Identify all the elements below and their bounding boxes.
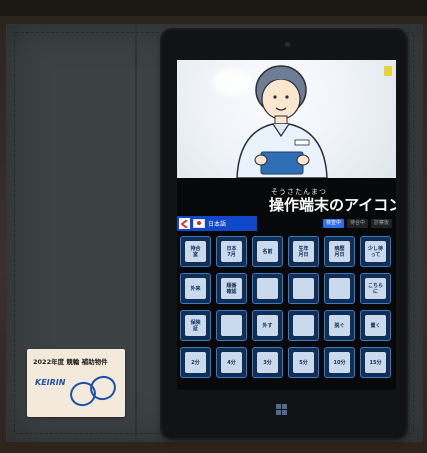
icon-tile[interactable]: 順番 確認 (216, 273, 247, 304)
icon-tile[interactable]: 日本 7月 (216, 236, 247, 267)
tile-label: 順番 確認 (226, 282, 237, 295)
tile-label: 3分 (263, 359, 272, 366)
tile-label: 名前 (262, 248, 273, 255)
keirin-logo-icon (70, 375, 116, 407)
filter-chip[interactable]: 待合中 (346, 219, 368, 228)
icon-tile[interactable] (288, 310, 319, 341)
status-indicator (384, 66, 392, 76)
tile-label: 15分 (369, 359, 382, 366)
tablet-screen: そうさたんまつ 操作端末のアイコン 日本語 検査中 待合中 診察後 待合 室 日… (177, 60, 396, 390)
photo-scene: そうさたんまつ 操作端末のアイコン 日本語 検査中 待合中 診察後 待合 室 日… (0, 0, 427, 453)
icon-tile[interactable] (216, 310, 247, 341)
icon-grid: 待合 室 日本 7月 名前 生年 月日 病歴 月日 少し待 って 外来 順番 確… (180, 236, 394, 378)
status-filters: 検査中 待合中 診察後 (322, 219, 392, 228)
icon-tile[interactable]: 置く (360, 310, 391, 341)
tile-label: 10分 (333, 359, 346, 366)
tile-label: 4分 (227, 359, 236, 366)
timer-tile[interactable]: 3分 (252, 347, 283, 378)
icon-tile[interactable]: 保険 証 (180, 310, 211, 341)
background-edge (0, 0, 427, 16)
language-bar[interactable]: 日本語 (177, 216, 257, 231)
timer-tile[interactable]: 15分 (360, 347, 391, 378)
tile-label: 生年 月日 (298, 245, 309, 258)
icon-tile[interactable]: こちら に (360, 273, 391, 304)
subsidy-sticker: 2022年度 競輪 補助物件 KEIRIN (27, 349, 125, 417)
icon-tile[interactable]: 脱ぐ (324, 310, 355, 341)
icon-tile[interactable]: 生年 月日 (288, 236, 319, 267)
timer-tile[interactable]: 5分 (288, 347, 319, 378)
tile-label: 病歴 月日 (334, 245, 345, 258)
tile-label: 外来 (190, 285, 201, 292)
icon-tile[interactable]: 外す (252, 310, 283, 341)
icon-tile[interactable] (252, 273, 283, 304)
icon-tile[interactable] (324, 273, 355, 304)
tile-label: 5分 (299, 359, 308, 366)
screen-title: 操作端末のアイコン (269, 196, 396, 214)
tile-label: 日本 7月 (226, 245, 237, 258)
icon-tile[interactable]: 病歴 月日 (324, 236, 355, 267)
tile-label: こちら に (367, 282, 383, 295)
timer-tile[interactable]: 2分 (180, 347, 211, 378)
tile-label: 少し待 って (367, 245, 383, 258)
filter-chip[interactable]: 診察後 (370, 219, 392, 228)
language-label: 日本語 (208, 221, 227, 228)
tile-label: 置く (370, 322, 381, 329)
tile-label: 外す (262, 322, 273, 329)
nurse-icon (236, 65, 328, 178)
tile-label: 2分 (191, 359, 200, 366)
tile-label: 保険 証 (190, 319, 201, 332)
sticker-brand: KEIRIN (35, 378, 66, 387)
timer-tile[interactable]: 4分 (216, 347, 247, 378)
front-camera (285, 42, 290, 47)
icon-tile[interactable]: 待合 室 (180, 236, 211, 267)
icon-tile[interactable]: 少し待 って (360, 236, 391, 267)
tile-label: 脱ぐ (334, 322, 345, 329)
windows-logo-icon[interactable] (276, 404, 288, 416)
icon-tile[interactable]: 外来 (180, 273, 211, 304)
timer-tile[interactable]: 10分 (324, 347, 355, 378)
tile-label: 待合 室 (190, 245, 201, 258)
chevron-left-icon[interactable] (179, 218, 190, 229)
nurse-illustration (177, 60, 396, 178)
sticker-caption: 2022年度 競輪 補助物件 (33, 358, 108, 366)
icon-tile[interactable]: 名前 (252, 236, 283, 267)
japan-flag-icon (193, 219, 205, 228)
filter-chip[interactable]: 検査中 (322, 219, 344, 228)
icon-tile[interactable] (288, 273, 319, 304)
